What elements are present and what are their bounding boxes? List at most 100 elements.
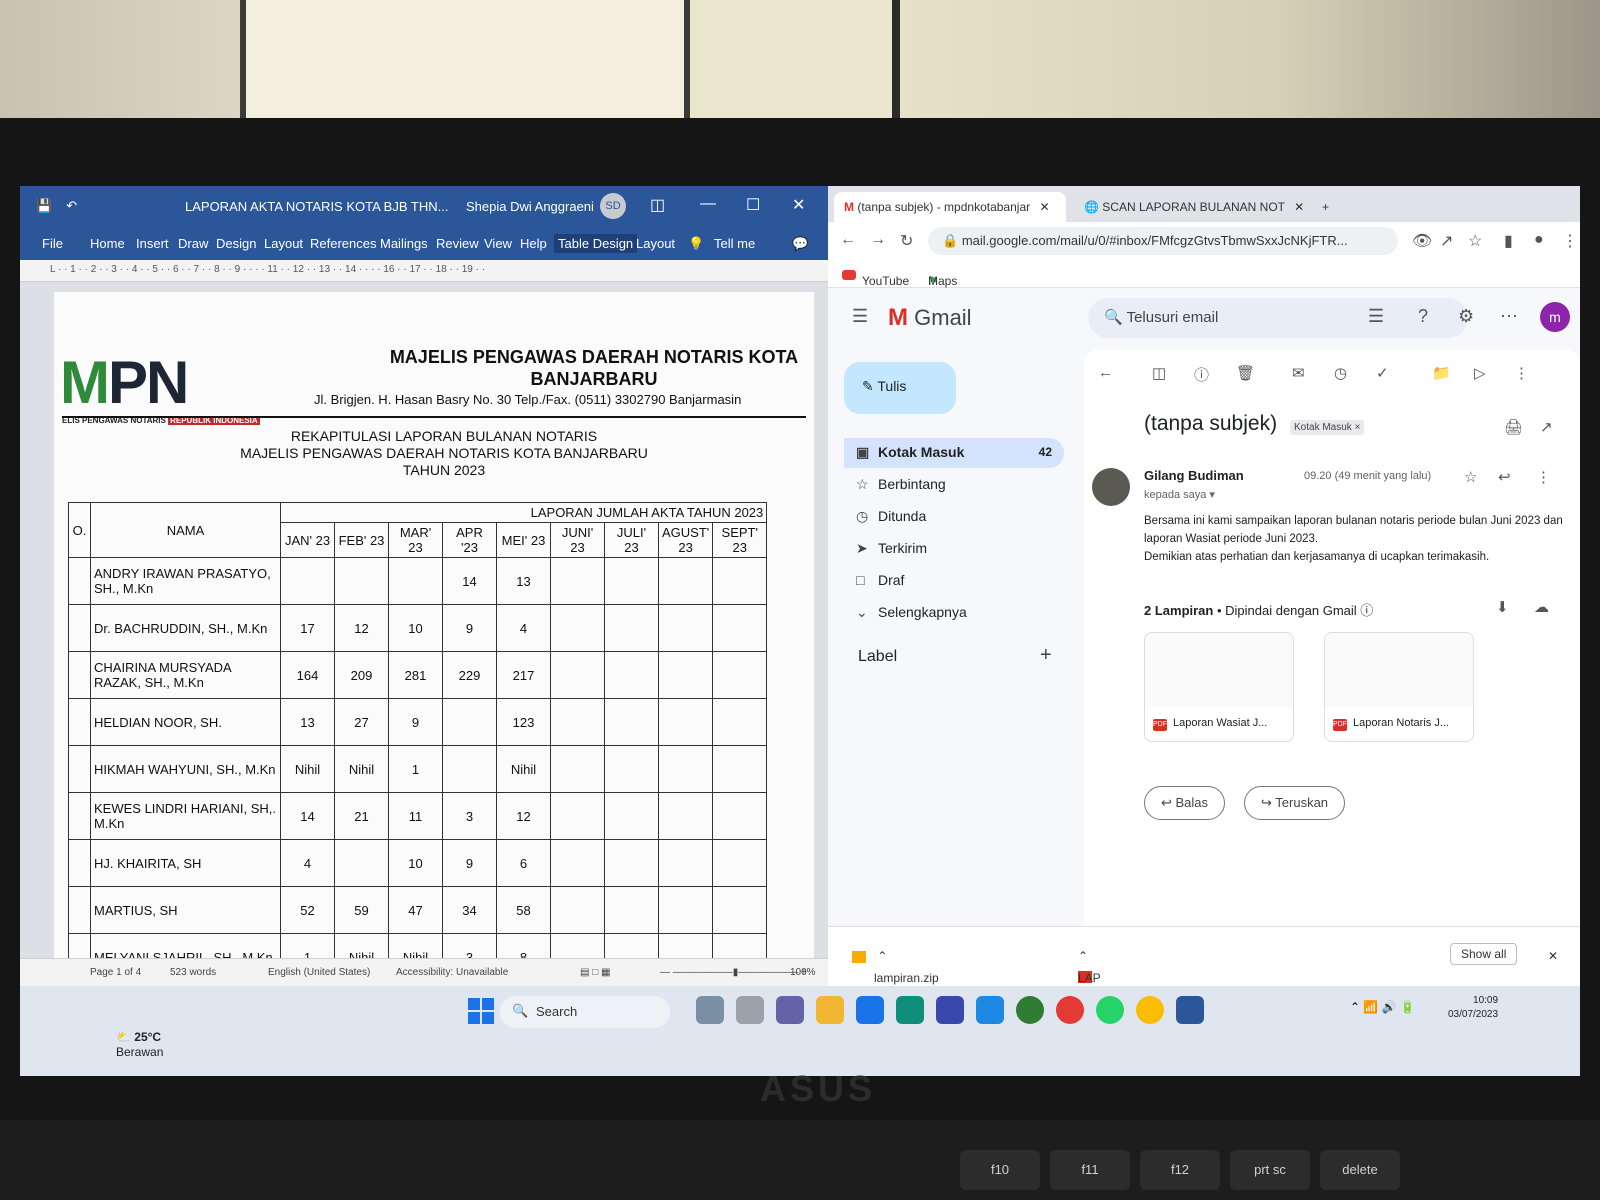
tab-table-design[interactable]: Table Design [554, 234, 638, 253]
add-label-icon[interactable]: + [1040, 644, 1052, 667]
table-cell[interactable] [657, 886, 714, 934]
table-cell[interactable]: 209 [334, 651, 389, 699]
close-icon[interactable]: ✕ [792, 195, 805, 215]
task-view-icon[interactable] [736, 996, 764, 1024]
table-cell[interactable] [604, 651, 659, 699]
more-icon[interactable]: ⋮ [1562, 231, 1578, 251]
table-cell[interactable]: 9 [442, 839, 497, 887]
table-cell[interactable] [68, 651, 91, 699]
table-cell[interactable]: 13 [496, 557, 551, 605]
nav-sent[interactable]: ➤ Terkirim [844, 534, 1064, 564]
close-tab-icon[interactable]: ✕ [1039, 200, 1049, 214]
tab-file[interactable]: File [42, 236, 63, 251]
clock[interactable]: 10:09 03/07/2023 [1448, 994, 1498, 1022]
save-icon[interactable]: 💾 [36, 198, 52, 214]
notary-name-cell[interactable]: Dr. BACHRUDDIN, SH., M.Kn [90, 604, 281, 652]
table-cell[interactable]: Nihil [334, 745, 389, 793]
inbox-label-badge[interactable]: Kotak Masuk × [1290, 420, 1365, 435]
notary-name-cell[interactable]: KEWES LINDRI HARIANI, SH,. M.Kn [90, 792, 281, 840]
table-cell[interactable] [550, 745, 605, 793]
tab-insert[interactable]: Insert [136, 236, 169, 251]
edge-icon[interactable] [896, 996, 924, 1024]
table-cell[interactable]: 123 [496, 698, 551, 746]
nav-inbox[interactable]: ▣ Kotak Masuk 42 [844, 438, 1064, 468]
zoom-slider[interactable]: — ——————▮—————— + [660, 967, 807, 978]
tab-design[interactable]: Design [216, 236, 256, 251]
notary-name-cell[interactable]: CHAIRINA MURSYADA RAZAK, SH., M.Kn [90, 651, 281, 699]
attachment-card[interactable]: PDF Laporan Wasiat J... [1144, 632, 1294, 742]
print-icon[interactable]: 🖨 [1504, 418, 1523, 436]
table-cell[interactable]: 58 [496, 886, 551, 934]
close-downloads-icon[interactable]: ✕ [1548, 949, 1558, 963]
table-cell[interactable] [388, 557, 443, 605]
table-cell[interactable]: 10 [388, 604, 443, 652]
table-cell[interactable]: Nihil [496, 745, 551, 793]
accessibility-status[interactable]: Accessibility: Unavailable [396, 967, 508, 978]
table-cell[interactable] [712, 698, 768, 746]
back-to-inbox-icon[interactable]: ← [1098, 364, 1113, 381]
share-icon[interactable]: ↗ [1440, 231, 1453, 251]
table-row[interactable]: ANDRY IRAWAN PRASATYO, SH., M.Kn 14 13 [68, 557, 768, 605]
table-cell[interactable] [604, 698, 659, 746]
delete-icon[interactable]: 🗑 [1236, 364, 1255, 382]
table-cell[interactable] [68, 745, 91, 793]
open-new-window-icon[interactable]: ↗ [1540, 418, 1553, 436]
tab-references[interactable]: References [310, 236, 376, 251]
label-icon[interactable]: ▷ [1474, 364, 1486, 382]
table-cell[interactable] [712, 886, 768, 934]
whatsapp-icon[interactable] [1096, 996, 1124, 1024]
download-item[interactable]: lampiran.zip ⌃ [852, 949, 939, 985]
reload-icon[interactable]: ↻ [900, 231, 913, 251]
mail-icon[interactable] [856, 996, 884, 1024]
tab-layout[interactable]: Layout [264, 236, 303, 251]
table-cell[interactable] [604, 745, 659, 793]
table-cell[interactable] [604, 839, 659, 887]
page-count[interactable]: Page 1 of 4 [90, 967, 141, 978]
more-icon[interactable]: ⋮ [1536, 468, 1551, 486]
minimize-icon[interactable]: — [700, 195, 716, 213]
reply-icon[interactable]: ↩ [1498, 468, 1511, 486]
table-row[interactable]: KEWES LINDRI HARIANI, SH,. M.Kn 14 21 11 3 12 [68, 792, 768, 840]
view-mode-icons[interactable]: ▤ □ ▦ [580, 967, 611, 978]
download-all-icon[interactable]: ⬇ [1496, 598, 1509, 616]
snooze-icon[interactable]: ◷ [1334, 364, 1347, 382]
table-cell[interactable] [712, 839, 768, 887]
sender-name[interactable]: Gilang Budiman [1144, 468, 1244, 483]
table-cell[interactable]: 1 [388, 745, 443, 793]
bookmark-star-icon[interactable]: ☆ [1468, 231, 1482, 251]
table-row[interactable]: HELDIAN NOOR, SH. 13 27 9 123 [68, 698, 768, 746]
gmail-logo[interactable]: M Gmail [888, 304, 972, 332]
table-cell[interactable]: 14 [280, 792, 335, 840]
table-cell[interactable]: 12 [496, 792, 551, 840]
table-cell[interactable] [657, 651, 714, 699]
table-cell[interactable] [712, 651, 768, 699]
language-status[interactable]: English (United States) [268, 967, 370, 978]
document-page[interactable]: MPN ELIS PENGAWAS NOTARIS REPUBLIK INDON… [54, 292, 814, 982]
close-tab-icon[interactable]: ✕ [1294, 200, 1304, 214]
reply-button[interactable]: ↩ Balas [1144, 786, 1226, 820]
table-cell[interactable] [68, 557, 91, 605]
more-options-icon[interactable]: ⋮ [1514, 364, 1529, 382]
tab-scan-laporan[interactable]: 🌐 SCAN LAPORAN BULANAN NOT ✕ [1074, 192, 1304, 222]
notary-name-cell[interactable]: ANDRY IRAWAN PRASATYO, SH., M.Kn [90, 557, 281, 605]
nav-starred[interactable]: ☆ Berbintang [844, 470, 1064, 500]
table-cell[interactable] [657, 839, 714, 887]
table-cell[interactable] [68, 698, 91, 746]
recipient-line[interactable]: kepada saya ▾ [1144, 488, 1215, 501]
table-cell[interactable]: 27 [334, 698, 389, 746]
table-cell[interactable] [550, 792, 605, 840]
table-cell[interactable] [550, 698, 605, 746]
sender-avatar[interactable] [1092, 468, 1130, 506]
table-cell[interactable]: 52 [280, 886, 335, 934]
tab-table-layout[interactable]: Layout [636, 236, 675, 251]
teams-icon[interactable] [776, 996, 804, 1024]
report-spam-icon[interactable]: ⓘ [1194, 364, 1209, 385]
table-cell[interactable]: 21 [334, 792, 389, 840]
table-cell[interactable] [712, 557, 768, 605]
table-cell[interactable]: 281 [388, 651, 443, 699]
comments-icon[interactable]: 💬 [792, 236, 808, 252]
download-item[interactable]: LAP BULANAN NO....pdf ⌃ [1078, 949, 1135, 1013]
app-icon[interactable] [1016, 996, 1044, 1024]
maximize-icon[interactable]: ☐ [746, 195, 760, 215]
star-icon[interactable]: ☆ [1464, 468, 1477, 486]
